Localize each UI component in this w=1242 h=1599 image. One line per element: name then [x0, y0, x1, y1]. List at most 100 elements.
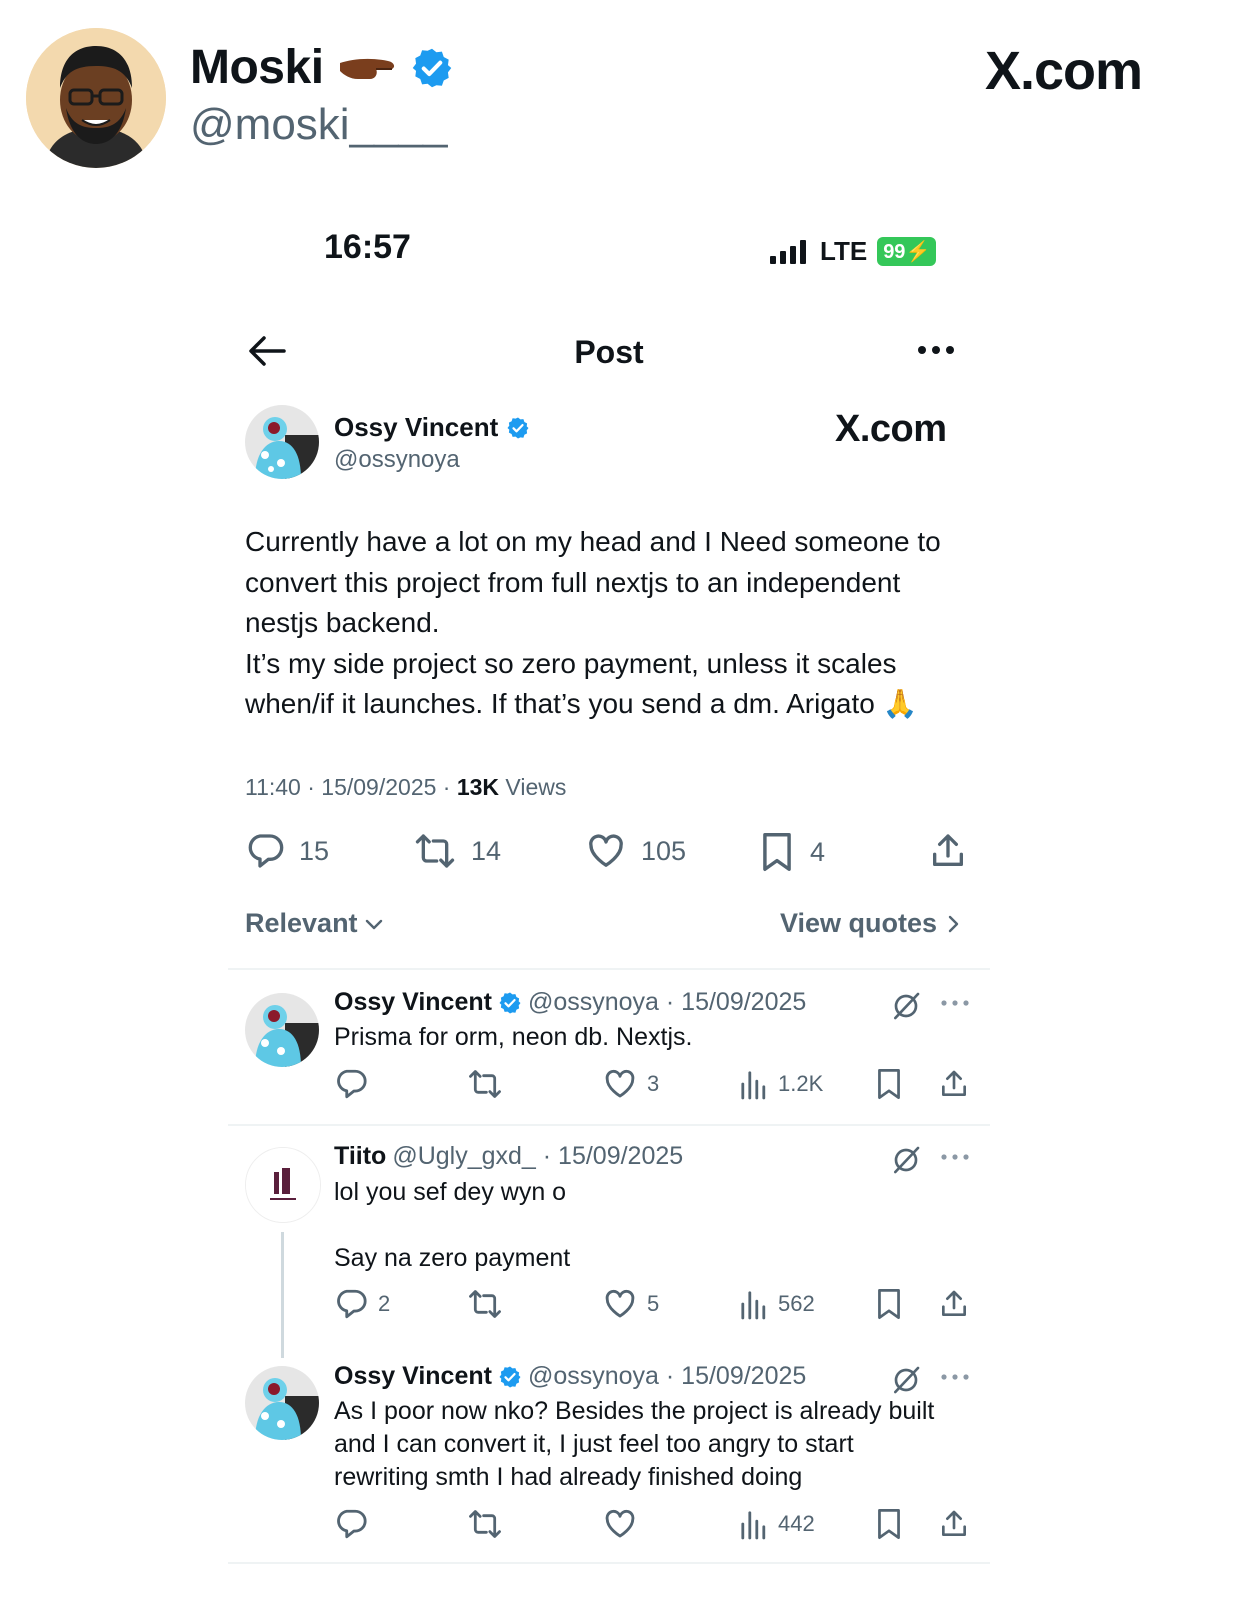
network-label: LTE — [820, 236, 868, 266]
like-button[interactable]: 5 — [603, 1287, 659, 1321]
reply-header: Ossy Vincent @ossynoya · 15/09/2025 — [334, 988, 806, 1017]
charging-bolt-icon: ⚡ — [905, 241, 931, 263]
grok-icon[interactable] — [890, 1364, 922, 1396]
quote-author-name[interactable]: Moski — [190, 40, 454, 95]
post-views-label: Views — [499, 774, 567, 800]
reply-author-name[interactable]: Ossy Vincent — [334, 988, 492, 1017]
post-meta: 11:40 · 15/09/2025 · 13K Views — [245, 774, 566, 801]
chevron-right-icon — [943, 912, 963, 936]
repost-button[interactable]: 14 — [413, 831, 501, 871]
repost-button[interactable] — [467, 1507, 503, 1541]
bookmark-icon[interactable] — [874, 1287, 904, 1321]
battery-indicator: 99⚡ — [877, 237, 937, 266]
status-time: 16:57 — [324, 228, 411, 266]
divider — [228, 1562, 990, 1564]
views-chart-icon — [740, 1507, 768, 1541]
bookmark-button[interactable]: 4 — [758, 831, 825, 873]
page-title: Post — [574, 334, 644, 370]
reply-header: Ossy Vincent @ossynoya · 15/09/2025 — [334, 1362, 806, 1391]
reply-button[interactable] — [334, 1067, 378, 1101]
reply-author-name[interactable]: Tiito — [334, 1142, 386, 1171]
back-arrow-icon[interactable] — [248, 334, 286, 368]
reply-text: As I poor now nko? Besides the project i… — [334, 1397, 935, 1491]
heart-icon — [603, 1067, 637, 1101]
chevron-down-icon — [362, 912, 386, 936]
reply-avatar[interactable] — [245, 1366, 319, 1440]
repost-count: 14 — [471, 835, 502, 866]
reply-avatar[interactable] — [245, 993, 319, 1067]
grok-icon[interactable] — [890, 990, 922, 1022]
reply-text: Prisma for orm, neon db. Nextjs. — [334, 1023, 693, 1051]
post-author-name[interactable]: Ossy Vincent — [334, 412, 530, 443]
reply-button[interactable]: 15 — [245, 831, 329, 871]
like-button[interactable]: 105 — [585, 831, 686, 871]
views-count: 562 — [778, 1291, 815, 1316]
more-options-icon[interactable] — [916, 338, 956, 362]
sort-dropdown[interactable]: Relevant — [245, 908, 386, 939]
heart-icon — [603, 1507, 637, 1541]
status-indicators: LTE 99⚡ — [770, 236, 937, 267]
share-icon[interactable] — [928, 831, 968, 871]
repost-button[interactable] — [467, 1067, 503, 1101]
post-text: Currently have a lot on my head and I Ne… — [245, 526, 941, 719]
bookmark-count: 4 — [810, 836, 826, 867]
reply-icon — [334, 1067, 368, 1101]
more-options-icon[interactable] — [940, 1370, 970, 1384]
repost-button[interactable] — [467, 1287, 503, 1321]
views-button[interactable]: 1.2K — [740, 1067, 823, 1101]
share-icon[interactable] — [938, 1287, 970, 1321]
more-options-icon[interactable] — [940, 1150, 970, 1164]
reply-icon — [334, 1507, 368, 1541]
post-timestamp[interactable]: 11:40 · 15/09/2025 · — [245, 774, 457, 800]
grok-icon[interactable] — [890, 1144, 922, 1176]
reply-handle-date[interactable]: @ossynoya · 15/09/2025 — [528, 988, 806, 1017]
share-icon[interactable] — [938, 1067, 970, 1101]
reply-button[interactable]: 2 — [334, 1287, 390, 1321]
reply-icon — [334, 1287, 368, 1321]
signal-icon — [770, 239, 810, 264]
repost-icon — [467, 1067, 503, 1101]
reply-handle-date[interactable]: @Ugly_gxd_ · 15/09/2025 — [392, 1142, 683, 1171]
like-count: 3 — [647, 1071, 660, 1096]
quote-author-handle[interactable]: @moski____ — [190, 100, 447, 150]
like-button[interactable] — [603, 1507, 647, 1541]
verified-badge-icon — [506, 416, 530, 440]
thread-connector — [281, 1232, 284, 1358]
post-author-handle[interactable]: @ossynoya — [334, 446, 460, 474]
reply-button[interactable] — [334, 1507, 378, 1541]
pointing-hand-icon — [336, 51, 398, 85]
moski-avatar[interactable] — [26, 28, 166, 168]
verified-badge-icon — [498, 1365, 522, 1389]
like-button[interactable]: 3 — [603, 1067, 659, 1101]
battery-level: 99 — [883, 241, 906, 263]
repost-icon — [413, 831, 457, 871]
views-button[interactable]: 562 — [740, 1287, 815, 1321]
view-quotes-link[interactable]: View quotes — [780, 908, 963, 939]
reply-author-name[interactable]: Ossy Vincent — [334, 1362, 492, 1391]
post-author-avatar[interactable] — [245, 405, 319, 479]
reply-handle-date[interactable]: @ossynoya · 15/09/2025 — [528, 1362, 806, 1391]
bookmark-icon[interactable] — [874, 1507, 904, 1541]
share-icon[interactable] — [938, 1507, 970, 1541]
heart-icon — [585, 831, 627, 871]
bookmark-icon[interactable] — [874, 1067, 904, 1101]
reply-header: Tiito @Ugly_gxd_ · 15/09/2025 — [334, 1142, 683, 1171]
like-count: 5 — [647, 1291, 660, 1316]
view-quotes-label: View quotes — [780, 908, 938, 938]
sort-label: Relevant — [245, 908, 358, 938]
views-button[interactable]: 442 — [740, 1507, 815, 1541]
verified-badge-icon — [498, 991, 522, 1015]
repost-icon — [467, 1287, 503, 1321]
reply-text: lol you sef dey wyn o Say na zero paymen… — [334, 1178, 571, 1272]
post-author-name-text: Ossy Vincent — [334, 412, 499, 442]
views-chart-icon — [740, 1287, 768, 1321]
views-count: 442 — [778, 1511, 815, 1536]
repost-icon — [467, 1507, 503, 1541]
more-options-icon[interactable] — [940, 996, 970, 1010]
verified-badge-icon — [410, 46, 454, 90]
quote-author-name-text: Moski — [190, 41, 324, 94]
reply-count: 2 — [378, 1291, 391, 1316]
reply-avatar[interactable] — [245, 1147, 321, 1223]
reply-count: 15 — [299, 835, 330, 866]
bookmark-icon — [758, 831, 796, 873]
